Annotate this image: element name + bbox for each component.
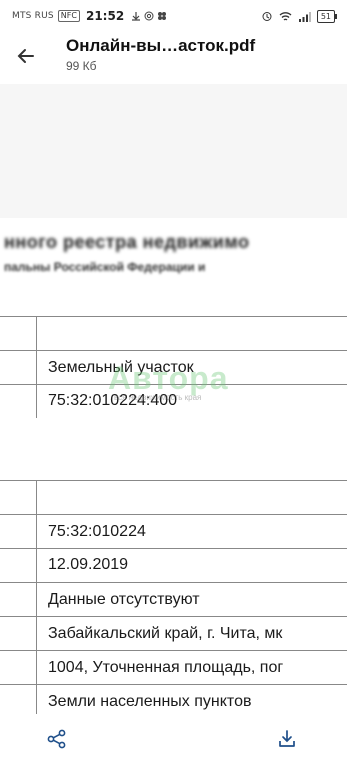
row-value-object-type: Земельный участок — [48, 359, 194, 376]
table-cell-divider — [36, 583, 37, 616]
table-row: Земельный участок — [0, 350, 347, 384]
bottom-toolbar — [0, 714, 347, 768]
table-cell-divider — [36, 317, 37, 350]
back-arrow-icon — [17, 49, 34, 63]
table-cell-divider — [36, 549, 37, 582]
signal-icon — [298, 11, 311, 22]
table-row: 75:32:010224:400 — [0, 384, 347, 418]
table-cell-divider — [36, 651, 37, 684]
table-row: Земли населенных пунктов — [0, 684, 347, 714]
table-row: 1004, Уточненная площадь, пог — [0, 650, 347, 684]
row-value-quarter-number: 75:32:010224 — [48, 523, 146, 540]
file-title: Онлайн-вы…асток.pdf — [66, 36, 256, 55]
row-value-land-category: Земли населенных пунктов — [48, 693, 252, 710]
page-margin — [0, 84, 347, 218]
pdf-page-view[interactable]: нного реестра недвижимо пальны Российско… — [0, 84, 347, 714]
nfc-badge: NFC — [57, 10, 80, 22]
carrier-label: MTS RUS — [12, 11, 54, 21]
download-icon — [279, 730, 295, 747]
share-icon — [47, 729, 66, 749]
battery-indicator: 51 — [316, 9, 338, 23]
row-value-cadastral-number: 75:32:010224:400 — [48, 392, 178, 409]
download-button[interactable] — [276, 728, 300, 752]
table-cell-divider — [36, 481, 37, 514]
table-cell-divider — [36, 351, 37, 384]
table-cell-divider — [36, 617, 37, 650]
table-row: Данные отсутствуют — [0, 582, 347, 616]
status-bar: MTS RUS NFC 21:52 51 — [0, 0, 347, 32]
table-cell-divider — [36, 385, 37, 418]
blurred-subheading: пальны Российской Федерации и — [4, 260, 206, 274]
app-icon — [158, 12, 167, 20]
back-button[interactable] — [12, 42, 40, 70]
blurred-heading: нного реестра недвижимо — [4, 232, 250, 252]
table-cell-divider — [36, 515, 37, 548]
share-button[interactable] — [46, 728, 70, 752]
table-row — [0, 418, 347, 480]
table-row: Забайкальский край, г. Чита, мк — [0, 616, 347, 650]
clock: 21:52 — [85, 9, 125, 23]
alarm-icon — [262, 12, 272, 21]
table-cell-divider — [36, 685, 37, 714]
row-value-address: Забайкальский край, г. Чита, мк — [48, 625, 283, 642]
at-icon — [144, 11, 154, 21]
download-icon — [132, 12, 141, 21]
row-value-no-data: Данные отсутствуют — [48, 591, 200, 608]
table-row — [0, 316, 347, 350]
row-value-date: 12.09.2019 — [48, 556, 129, 573]
file-size: 99 Кб — [66, 59, 97, 73]
table-row — [0, 480, 347, 514]
wifi-icon — [279, 11, 292, 21]
table-row: 12.09.2019 — [0, 548, 347, 582]
app-bar: Онлайн-вы…асток.pdf 99 Кб — [0, 32, 347, 84]
table-row: 75:32:010224 — [0, 514, 347, 548]
row-value-area: 1004, Уточненная площадь, пог — [48, 659, 284, 676]
